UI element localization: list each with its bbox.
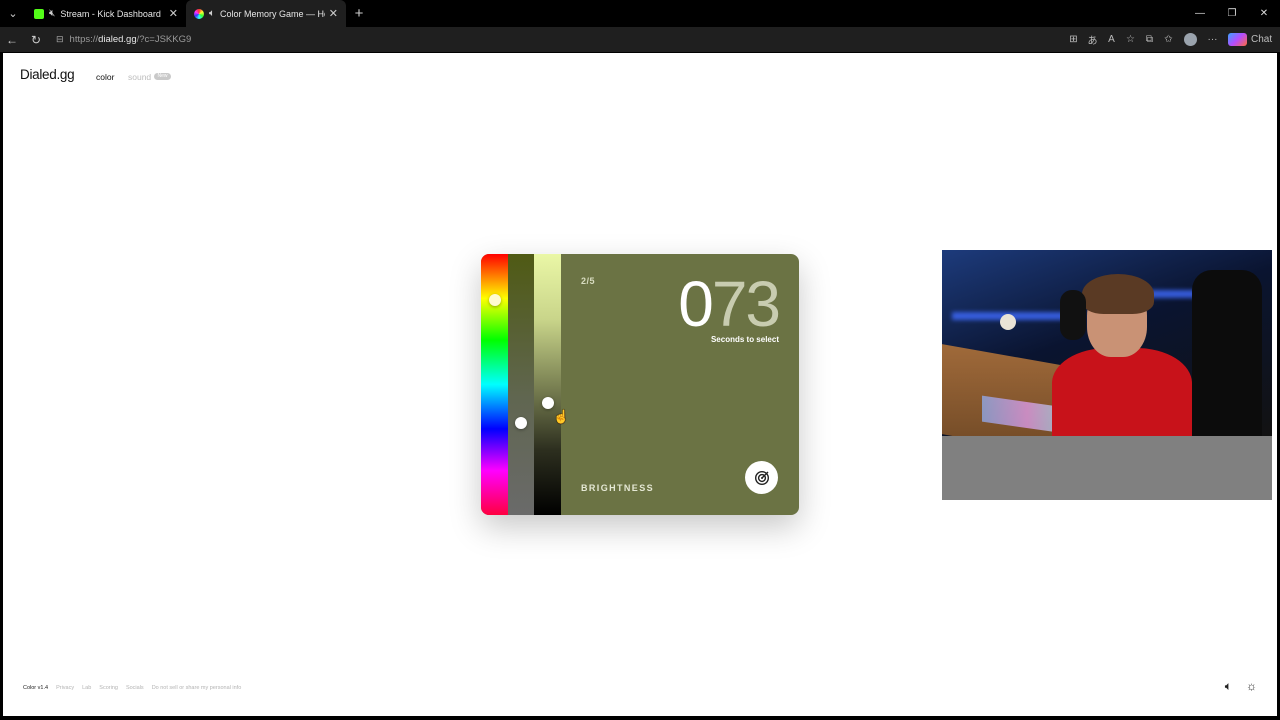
tab-title: Stream - Kick Dashboard	[60, 8, 161, 19]
saturation-slider[interactable]	[508, 254, 534, 515]
nav-sound-link[interactable]: sound	[128, 72, 151, 82]
round-counter: 2/5	[581, 276, 596, 286]
footer-privacy-link[interactable]: Privacy	[56, 685, 74, 691]
new-tab-plus-icon[interactable]: +	[346, 5, 372, 22]
url-field[interactable]: ⊟ https://dialed.gg/?c=JSKKG9	[52, 30, 1132, 49]
timer-digits: 73	[711, 268, 781, 340]
restore-icon[interactable]: ❐	[1216, 0, 1248, 27]
site-logo[interactable]: Dialed.gg	[20, 67, 75, 82]
reload-icon[interactable]: ↻	[24, 33, 48, 47]
speaker-icon[interactable]: 🔈︎	[209, 8, 215, 19]
tab-color-memory-game[interactable]: 🔈︎ Color Memory Game — How ✕	[186, 0, 346, 27]
copilot-chat-button[interactable]: Chat	[1222, 33, 1280, 46]
gaming-chair	[1192, 270, 1262, 436]
footer-socials-link[interactable]: Socials	[126, 685, 144, 691]
color-game-card: ☝ 2/5 073 Seconds to select BRIGHTNESS	[481, 254, 799, 515]
timer-label: Seconds to select	[710, 335, 779, 344]
copilot-icon	[1228, 33, 1247, 46]
profile-avatar[interactable]	[1184, 33, 1197, 46]
new-badge: New	[154, 73, 171, 80]
extensions-icon[interactable]: ⧉	[1140, 34, 1159, 45]
footer-version[interactable]: Color v1.4	[23, 685, 48, 691]
brightness-slider[interactable]	[534, 254, 561, 515]
address-toolbar: ← ↻ ⊟ https://dialed.gg/?c=JSKKG9 ⊞ あ A …	[0, 27, 1280, 52]
webcam-overlay	[942, 250, 1272, 500]
person-hair	[1082, 274, 1154, 314]
toolbar-right: ⊞ あ A ☆ ⧉ ✩ ··· Chat	[1064, 27, 1280, 52]
url-text: https://dialed.gg/?c=JSKKG9	[69, 34, 192, 45]
web-page: Dialed.gg color sound New ☝ 2/5 073 Seco…	[3, 53, 1277, 716]
brightness-slider-handle[interactable]	[542, 397, 554, 409]
favorites-icon[interactable]: ✩	[1159, 34, 1178, 45]
app-available-icon[interactable]: ⊞	[1064, 34, 1083, 45]
hand-cursor-icon: ☝	[553, 409, 570, 424]
hue-slider[interactable]	[481, 254, 508, 515]
nav-color-link[interactable]: color	[96, 72, 114, 82]
footer-controls: 🔈︎ ☼	[1225, 679, 1257, 694]
color-wheel-icon	[194, 8, 204, 19]
countdown-timer: 073	[678, 268, 781, 340]
close-tab-icon[interactable]: ✕	[169, 7, 178, 20]
close-tab-icon[interactable]: ✕	[329, 7, 338, 20]
chat-label: Chat	[1251, 34, 1273, 45]
window-controls: — ❐ ✕	[1184, 0, 1280, 27]
skull-decoration	[1000, 314, 1016, 330]
tab-actions-chevron-icon[interactable]: ⌄	[0, 0, 26, 27]
tab-kick-dashboard[interactable]: 🔇︎ Stream - Kick Dashboard ✕	[26, 0, 186, 27]
tab-title: Color Memory Game — How	[220, 8, 325, 19]
webcam-feed	[942, 250, 1272, 436]
timer-leading-digit: 0	[678, 268, 714, 340]
theme-toggle-sun-icon[interactable]: ☼	[1246, 679, 1257, 694]
footer-lab-link[interactable]: Lab	[82, 685, 91, 691]
saturation-slider-handle[interactable]	[515, 417, 527, 429]
person-shirt	[1052, 348, 1192, 436]
sound-toggle-icon[interactable]: 🔈︎	[1225, 679, 1232, 694]
headset	[1060, 290, 1086, 340]
favorite-star-icon[interactable]: ☆	[1121, 34, 1140, 45]
close-window-icon[interactable]: ✕	[1248, 0, 1280, 27]
active-slider-label: BRIGHTNESS	[581, 483, 655, 493]
site-info-icon[interactable]: ⊟	[56, 34, 64, 45]
footer-privacy-choices-link[interactable]: Do not sell or share my personal info	[152, 685, 242, 691]
hue-slider-handle[interactable]	[489, 294, 501, 306]
kick-icon	[34, 8, 44, 19]
footer-scoring-link[interactable]: Scoring	[99, 685, 118, 691]
footer-links: Color v1.4 Privacy Lab Scoring Socials D…	[23, 685, 241, 691]
back-arrow-icon[interactable]: ←	[0, 33, 24, 47]
more-options-icon[interactable]: ···	[1203, 34, 1222, 45]
speaker-muted-icon[interactable]: 🔇︎	[49, 8, 55, 19]
target-icon	[754, 470, 769, 485]
minimize-icon[interactable]: —	[1184, 0, 1216, 27]
browser-tab-bar: ⌄ 🔇︎ Stream - Kick Dashboard ✕ 🔈︎ Color …	[0, 0, 1280, 27]
submit-color-button[interactable]	[745, 461, 778, 494]
translate-icon[interactable]: あ	[1083, 32, 1102, 47]
read-aloud-icon[interactable]: A	[1102, 34, 1121, 45]
